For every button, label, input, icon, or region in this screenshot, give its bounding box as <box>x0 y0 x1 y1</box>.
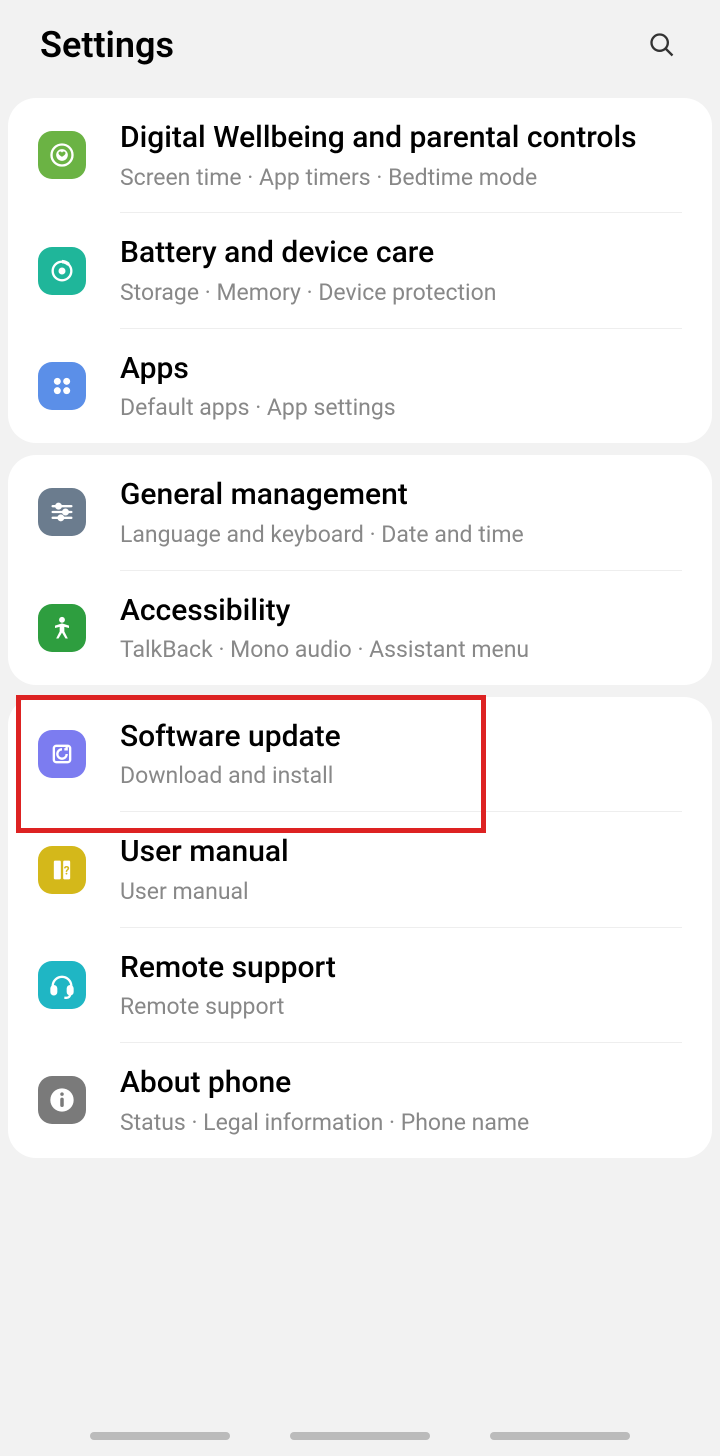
navigation-bar <box>0 1416 720 1456</box>
settings-group: Software update Download and install ? U… <box>8 697 712 1158</box>
general-icon <box>38 488 86 536</box>
settings-item-battery[interactable]: Battery and device care Storage · Memory… <box>8 213 712 327</box>
accessibility-icon <box>38 604 86 652</box>
svg-text:?: ? <box>64 863 70 877</box>
item-title: Battery and device care <box>120 233 682 274</box>
nav-recents[interactable] <box>90 1432 230 1440</box>
nav-home[interactable] <box>290 1432 430 1440</box>
header: Settings <box>0 0 720 86</box>
battery-icon <box>38 247 86 295</box>
remote-support-icon <box>38 961 86 1009</box>
item-subtitle: Language and keyboard · Date and time <box>120 520 682 550</box>
item-subtitle: Status · Legal information · Phone name <box>120 1108 682 1138</box>
search-button[interactable] <box>644 27 680 63</box>
manual-icon: ? <box>38 846 86 894</box>
settings-item-general[interactable]: General management Language and keyboard… <box>8 455 712 569</box>
item-subtitle: User manual <box>120 877 682 907</box>
page-title: Settings <box>40 24 174 66</box>
item-title: Accessibility <box>120 591 682 632</box>
item-title: About phone <box>120 1063 682 1104</box>
settings-item-apps[interactable]: Apps Default apps · App settings <box>8 329 712 443</box>
settings-item-remote-support[interactable]: Remote support Remote support <box>8 928 712 1042</box>
search-icon <box>648 31 676 59</box>
settings-group: Digital Wellbeing and parental controls … <box>8 98 712 443</box>
item-subtitle: Download and install <box>120 761 682 791</box>
wellbeing-icon <box>38 131 86 179</box>
settings-item-wellbeing[interactable]: Digital Wellbeing and parental controls … <box>8 98 712 212</box>
nav-back[interactable] <box>490 1432 630 1440</box>
apps-icon <box>38 362 86 410</box>
item-title: Remote support <box>120 948 682 989</box>
about-icon <box>38 1076 86 1124</box>
item-subtitle: Default apps · App settings <box>120 393 682 423</box>
settings-item-about-phone[interactable]: About phone Status · Legal information ·… <box>8 1043 712 1157</box>
software-update-icon <box>38 730 86 778</box>
settings-item-user-manual[interactable]: ? User manual User manual <box>8 812 712 926</box>
item-title: Digital Wellbeing and parental controls <box>120 118 682 159</box>
settings-group: General management Language and keyboard… <box>8 455 712 685</box>
item-subtitle: Screen time · App timers · Bedtime mode <box>120 163 682 193</box>
item-subtitle: Remote support <box>120 992 682 1022</box>
item-title: General management <box>120 475 682 516</box>
item-subtitle: Storage · Memory · Device protection <box>120 278 682 308</box>
settings-item-accessibility[interactable]: Accessibility TalkBack · Mono audio · As… <box>8 571 712 685</box>
item-title: Apps <box>120 349 682 390</box>
item-subtitle: TalkBack · Mono audio · Assistant menu <box>120 635 682 665</box>
item-title: User manual <box>120 832 682 873</box>
item-title: Software update <box>120 717 682 758</box>
settings-item-software-update[interactable]: Software update Download and install <box>8 697 712 811</box>
